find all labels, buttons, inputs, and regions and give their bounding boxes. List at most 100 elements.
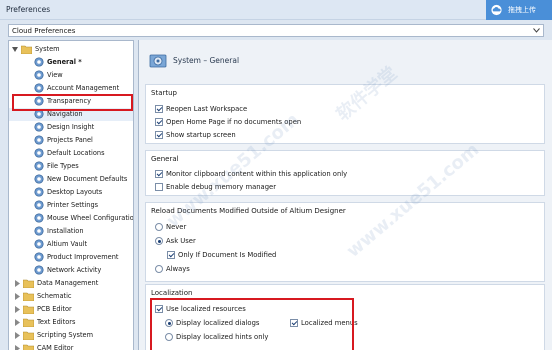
folder-icon — [22, 344, 35, 350]
expand-icon[interactable] — [14, 280, 20, 287]
title-bar: Preferences 拖拽上传 — [0, 0, 552, 20]
tree-item-cam-editor[interactable]: CAM Editor — [9, 342, 133, 350]
checkbox-box[interactable] — [155, 131, 163, 139]
checkbox-box[interactable] — [155, 183, 163, 191]
reload-title: Reload Documents Modified Outside of Alt… — [151, 207, 346, 215]
tree-item-label: CAM Editor — [37, 344, 74, 350]
preferences-profile-select[interactable]: Cloud Preferences — [8, 24, 544, 37]
gear-icon — [34, 122, 44, 132]
tree-item-label: Installation — [47, 227, 84, 235]
tree-item-label: Account Management — [47, 84, 120, 92]
gear-icon — [34, 70, 44, 80]
settings-panel: System – General Startup Reopen Last Wor… — [138, 40, 552, 350]
tree-item-mouse-wheel-configuratio[interactable]: Mouse Wheel Configuratio — [9, 212, 134, 225]
checkbox-box[interactable] — [155, 118, 163, 126]
startup-title: Startup — [151, 89, 177, 97]
checkbox-box[interactable] — [155, 105, 163, 113]
tree-item-label: Altium Vault — [47, 240, 88, 248]
expand-icon[interactable] — [14, 319, 20, 326]
gear-icon — [34, 161, 44, 171]
system-settings-icon — [149, 54, 167, 68]
collapse-icon[interactable] — [12, 46, 18, 53]
checkbox-box[interactable] — [167, 251, 175, 259]
tree-item-label: Data Management — [37, 279, 99, 287]
tree-item-label: Projects Panel — [47, 136, 93, 144]
tree-item-scripting-system[interactable]: Scripting System — [9, 329, 133, 342]
radio-button[interactable] — [155, 237, 163, 245]
expand-icon[interactable] — [14, 332, 20, 339]
tree-item-file-types[interactable]: File Types — [9, 160, 133, 173]
tree-item-projects-panel[interactable]: Projects Panel — [9, 134, 133, 147]
tree-item-network-activity[interactable]: Network Activity — [9, 264, 133, 277]
tree-item-system[interactable]: System — [9, 43, 133, 56]
tree-item-design-insight[interactable]: Design Insight — [9, 121, 133, 134]
radio-button[interactable] — [155, 265, 163, 273]
tree-item-data-management[interactable]: Data Management — [9, 277, 133, 290]
reload-group: Reload Documents Modified Outside of Alt… — [145, 202, 545, 282]
tree-item-label: New Document Defaults — [47, 175, 128, 183]
profile-select-value: Cloud Preferences — [12, 27, 76, 35]
tree-item-label: File Types — [47, 162, 79, 170]
tree-item-product-improvement[interactable]: Product Improvement — [9, 251, 133, 264]
checkbox-label: Only If Document Is Modified — [178, 251, 277, 259]
expand-icon[interactable] — [14, 293, 20, 300]
gear-icon — [34, 83, 44, 93]
upload-button[interactable]: 拖拽上传 — [486, 0, 552, 20]
gear-icon — [34, 252, 44, 262]
gear-icon — [34, 265, 44, 275]
radio-label: Ask User — [166, 237, 196, 245]
tree-item-label: Desktop Layouts — [47, 188, 103, 196]
tree-item-printer-settings[interactable]: Printer Settings — [9, 199, 133, 212]
folder-icon — [22, 318, 35, 328]
tree-item-schematic[interactable]: Schematic — [9, 290, 133, 303]
upload-label: 拖拽上传 — [508, 6, 536, 14]
folder-open-icon — [21, 45, 32, 54]
gear-icon — [34, 57, 44, 67]
tree-item-label: Default Locations — [47, 149, 105, 157]
gear-icon — [34, 148, 44, 158]
tree-item-label: Mouse Wheel Configuratio — [47, 214, 134, 222]
page-header: System – General — [139, 40, 552, 80]
checkbox-label: Monitor clipboard content within this ap… — [166, 170, 348, 178]
tree-item-label: Printer Settings — [47, 201, 99, 209]
page-title: System – General — [173, 56, 240, 65]
localization-highlight-box — [150, 298, 354, 350]
expand-icon[interactable] — [14, 345, 20, 350]
gear-icon — [34, 200, 44, 210]
tree-item-new-document-defaults[interactable]: New Document Defaults — [9, 173, 133, 186]
tree-item-label: System — [35, 45, 60, 53]
expand-icon[interactable] — [14, 306, 20, 313]
folder-icon — [22, 305, 35, 315]
checkbox-label: Open Home Page if no documents open — [166, 118, 302, 126]
radio-button[interactable] — [155, 223, 163, 231]
tree-item-label: View — [47, 71, 63, 79]
gear-icon — [34, 187, 44, 197]
tree-item-text-editors[interactable]: Text Editors — [9, 316, 133, 329]
tree-item-label: Navigation — [47, 110, 83, 118]
folder-icon — [22, 292, 35, 302]
tree-item-label: Network Activity — [47, 266, 102, 274]
cloud-icon — [491, 4, 502, 16]
tree-item-label: Schematic — [37, 292, 72, 300]
tree-item-view[interactable]: View — [9, 69, 133, 82]
tree-item-label: Product Improvement — [47, 253, 119, 261]
tree-item-pcb-editor[interactable]: PCB Editor — [9, 303, 133, 316]
window-title: Preferences — [6, 5, 51, 14]
checkbox-label: Reopen Last Workspace — [166, 105, 248, 113]
startup-group: Startup Reopen Last Workspace Open Home … — [145, 84, 545, 144]
tree-item-desktop-layouts[interactable]: Desktop Layouts — [9, 186, 133, 199]
tree-item-label: Text Editors — [37, 318, 76, 326]
tree-item-altium-vault[interactable]: Altium Vault — [9, 238, 133, 251]
tree-item-default-locations[interactable]: Default Locations — [9, 147, 133, 160]
radio-label: Always — [166, 265, 190, 273]
radio-label: Never — [166, 223, 187, 231]
gear-icon — [34, 174, 44, 184]
checkbox-box[interactable] — [155, 170, 163, 178]
tree-item-installation[interactable]: Installation — [9, 225, 133, 238]
tree-item-label: Scripting System — [37, 331, 94, 339]
tree-item-label: General * — [47, 58, 82, 66]
general-group: General Monitor clipboard content within… — [145, 150, 545, 196]
tree-item-general[interactable]: General * — [9, 56, 133, 69]
general-title: General — [151, 155, 179, 163]
checkbox-label: Enable debug memory manager — [166, 183, 277, 191]
